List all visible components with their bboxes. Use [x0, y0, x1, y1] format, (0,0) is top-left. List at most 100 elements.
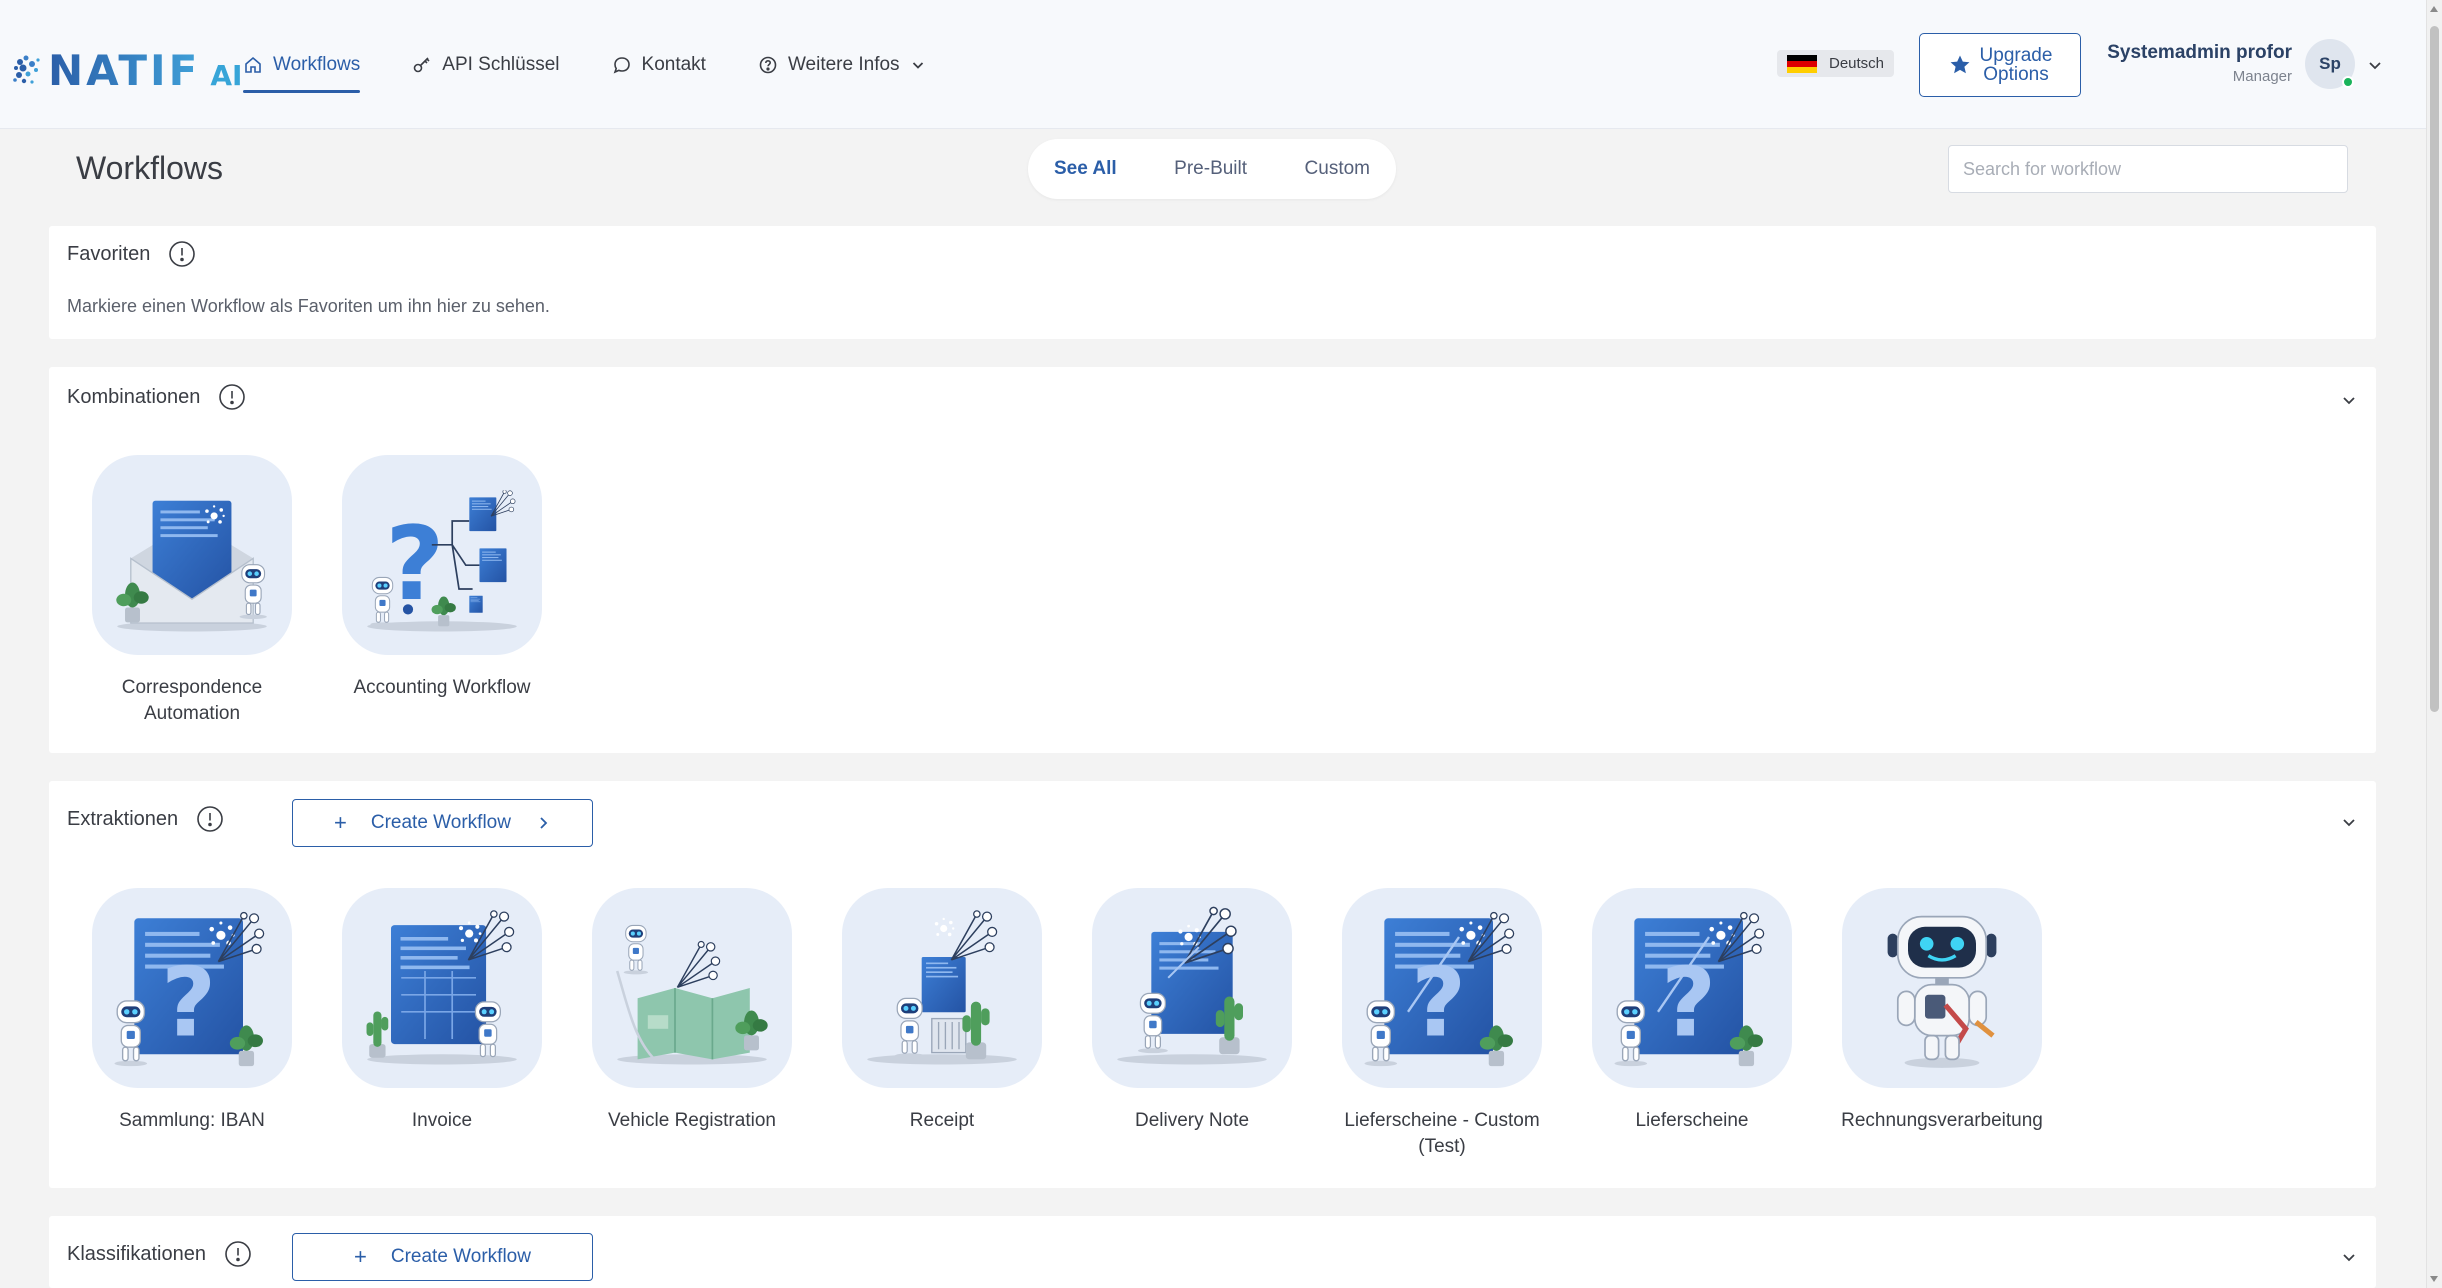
logo-ai-suffix: AI — [210, 59, 243, 92]
language-selector[interactable]: Deutsch — [1777, 50, 1895, 77]
invoice-illustration-icon — [366, 910, 517, 1065]
avatar-initials: Sp — [2319, 54, 2341, 73]
logo-wordmark: NATIF — [48, 46, 201, 95]
workflow-card-vehicle-registration[interactable]: Vehicle Registration — [592, 888, 792, 1160]
workflow-illustration — [1342, 888, 1542, 1088]
info-icon[interactable] — [218, 383, 246, 411]
receipt-illustration-icon — [867, 910, 1017, 1065]
workflow-search-input[interactable] — [1948, 145, 2348, 193]
workflow-card-lieferscheine-custom-test[interactable]: Lieferscheine - Custom (Test) — [1342, 888, 1542, 1160]
nav-tab-more-info[interactable]: Weitere Infos — [758, 0, 926, 129]
section-title: Klassifikationen — [67, 1242, 206, 1265]
workflow-card-label: Sammlung: IBAN — [119, 1110, 265, 1131]
natif-logo[interactable]: NATIF AI — [12, 38, 242, 94]
collapse-chevron-icon[interactable] — [2340, 1248, 2358, 1266]
scroll-down-arrow-icon[interactable] — [2430, 1276, 2438, 1282]
workflow-card-label: Lieferscheine — [1635, 1110, 1749, 1131]
section-extractions: Extraktionen + Create Workflow Sammlung:… — [49, 781, 2376, 1188]
section-favorites: Favoriten Markiere einen Workflow als Fa… — [49, 226, 2376, 339]
top-navigation-bar: NATIF AI Workflows API Schlüssel Kontakt — [0, 0, 2426, 129]
nav-tab-workflows[interactable]: Workflows — [243, 0, 361, 129]
combination-card-list: Correspondence Automation ? Accounting W… — [92, 455, 592, 727]
workflow-card-accounting-workflow[interactable]: ? Accounting Workflow — [342, 455, 542, 727]
language-label: Deutsch — [1829, 55, 1885, 72]
user-name: Systemadmin profor — [2107, 42, 2292, 63]
workflow-card-label: Correspondence Automation — [121, 677, 263, 724]
workflow-illustration — [1592, 888, 1792, 1088]
workflow-illustration — [1842, 888, 2042, 1088]
question-document-illustration-icon — [107, 903, 277, 1073]
workflow-card-lieferscheine[interactable]: Lieferscheine — [1592, 888, 1792, 1160]
avatar[interactable]: Sp — [2305, 39, 2355, 89]
workflow-card-receipt[interactable]: Receipt — [842, 888, 1042, 1160]
create-classification-workflow-button[interactable]: + Create Workflow — [292, 1233, 593, 1281]
workflow-illustration — [342, 888, 542, 1088]
section-classifications: Klassifikationen + Create Workflow — [49, 1216, 2376, 1288]
nav-tab-label: API Schlüssel — [442, 53, 560, 75]
user-menu-chevron-down-icon[interactable] — [2366, 56, 2384, 74]
section-combinations: Kombinationen Correspondence Automation — [49, 367, 2376, 753]
star-icon — [1950, 55, 1969, 74]
workflow-card-correspondence-automation[interactable]: Correspondence Automation — [92, 455, 292, 727]
logo-mark-icon — [13, 55, 40, 84]
workflow-card-invoice[interactable]: Invoice — [342, 888, 542, 1160]
nav-tab-api-keys[interactable]: API Schlüssel — [412, 0, 560, 129]
plus-icon: + — [354, 1244, 367, 1269]
scrollbar-thumb[interactable] — [2430, 26, 2439, 712]
help-circle-icon — [759, 56, 777, 73]
chat-icon — [613, 56, 630, 73]
upgrade-options-button[interactable]: Upgrade Options — [1919, 33, 2081, 97]
workflow-card-label: Rechnungsverarbeitung — [1841, 1110, 2043, 1131]
key-icon — [413, 56, 430, 72]
workflow-illustration — [92, 455, 292, 655]
nav-tab-contact[interactable]: Kontakt — [612, 0, 706, 129]
filter-tab-pre-built[interactable]: Pre-Built — [1174, 158, 1247, 180]
scroll-up-arrow-icon[interactable] — [2430, 6, 2438, 12]
workflow-illustration — [92, 888, 292, 1088]
page-title: Workflows — [76, 150, 223, 186]
plus-icon: + — [334, 810, 347, 835]
info-icon[interactable] — [224, 1240, 252, 1268]
info-icon[interactable] — [196, 805, 224, 833]
section-header: Extraktionen — [67, 805, 224, 833]
question-document-illustration-icon — [1357, 903, 1527, 1073]
filter-tab-custom[interactable]: Custom — [1305, 158, 1370, 180]
accounting-illustration-icon: ? — [367, 490, 517, 632]
workflow-illustration — [1092, 888, 1292, 1088]
info-icon[interactable] — [168, 240, 196, 268]
home-icon — [245, 56, 261, 73]
delivery-note-illustration-icon — [1117, 906, 1267, 1065]
user-info[interactable]: Systemadmin profor Manager — [2100, 42, 2292, 85]
collapse-chevron-icon[interactable] — [2340, 391, 2358, 409]
create-workflow-label: Create Workflow — [370, 812, 511, 833]
workflow-card-label: Accounting Workflow — [353, 677, 531, 698]
workflow-card-label: Vehicle Registration — [608, 1110, 776, 1131]
section-title: Kombinationen — [67, 385, 201, 408]
workflow-card-label: Invoice — [411, 1110, 473, 1131]
workflow-card-label: Receipt — [909, 1110, 975, 1131]
filter-tab-see-all[interactable]: See All — [1054, 158, 1117, 180]
workflow-illustration: ? — [342, 455, 542, 655]
nav-tab-label: Kontakt — [641, 53, 706, 75]
chevron-down-icon — [912, 61, 923, 69]
create-workflow-label: Create Workflow — [390, 1246, 531, 1267]
section-header: Kombinationen — [67, 383, 246, 411]
nav-tab-label: Workflows — [273, 53, 361, 75]
upgrade-label-line1: Upgrade — [1979, 45, 2053, 66]
workflow-card-rechnungsverarbeitung[interactable]: Rechnungsverarbeitung — [1841, 888, 2043, 1160]
section-header: Favoriten — [67, 240, 196, 268]
section-title: Extraktionen — [67, 807, 179, 830]
workflow-illustration — [592, 888, 792, 1088]
create-extraction-workflow-button[interactable]: + Create Workflow — [292, 799, 593, 847]
workflow-card-delivery-note[interactable]: Delivery Note — [1092, 888, 1292, 1160]
upgrade-label-line2: Options — [1983, 64, 2049, 85]
question-document-illustration-icon — [1607, 903, 1777, 1073]
workflow-card-sammlung-iban[interactable]: Sammlung: IBAN — [92, 888, 292, 1160]
vehicle-registration-illustration-icon — [615, 924, 768, 1065]
nav-tab-label: Weitere Infos — [787, 53, 900, 75]
collapse-chevron-icon[interactable] — [2340, 813, 2358, 831]
workflow-card-label: Lieferscheine - Custom (Test) — [1344, 1110, 1540, 1157]
robot-mascot-illustration-icon — [1887, 915, 1997, 1068]
user-role: Manager — [2232, 68, 2292, 85]
envelope-illustration-icon — [116, 500, 268, 632]
